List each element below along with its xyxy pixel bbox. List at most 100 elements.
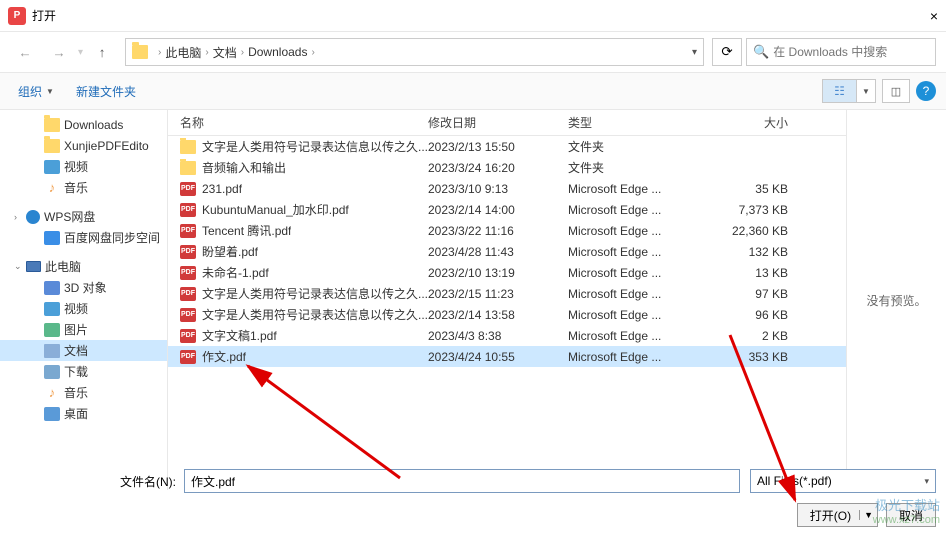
file-row[interactable]: PDF文字是人类用符号记录表达信息以传之久...2023/2/15 11:23M…	[168, 283, 846, 304]
file-row[interactable]: PDF盼望着.pdf2023/4/28 11:43Microsoft Edge …	[168, 241, 846, 262]
up-button[interactable]: ↑	[87, 38, 117, 66]
main-area: DownloadsXunjiePDFEdito视频♪音乐›WPS网盘百度网盘同步…	[0, 110, 946, 490]
help-button[interactable]: ?	[916, 81, 936, 101]
expand-icon[interactable]: ›	[14, 212, 26, 222]
file-row[interactable]: 文字是人类用符号记录表达信息以传之久...2023/2/13 15:50文件夹	[168, 136, 846, 157]
pic-icon	[44, 323, 60, 337]
sidebar-item[interactable]: 3D 对象	[0, 277, 167, 298]
forward-button[interactable]: →	[44, 38, 74, 66]
file-name: 文字是人类用符号记录表达信息以传之久...	[202, 138, 428, 155]
file-row[interactable]: PDF作文.pdf2023/4/24 10:55Microsoft Edge .…	[168, 346, 846, 367]
search-input[interactable]	[773, 45, 929, 59]
col-name-header[interactable]: 名称	[168, 114, 428, 131]
sidebar-item[interactable]: Downloads	[0, 114, 167, 135]
sidebar-item[interactable]: 视频	[0, 298, 167, 319]
sidebar-item[interactable]: 视频	[0, 156, 167, 177]
file-row[interactable]: PDF231.pdf2023/3/10 9:13Microsoft Edge .…	[168, 178, 846, 199]
sidebar-item[interactable]: 下载	[0, 361, 167, 382]
3d-icon	[44, 281, 60, 295]
folder-icon	[180, 161, 196, 175]
pc-icon	[26, 261, 41, 272]
chevron-right-icon: ›	[205, 47, 208, 58]
file-type: Microsoft Edge ...	[568, 224, 718, 238]
chevron-right-icon: ›	[241, 47, 244, 58]
pdf-icon: PDF	[180, 203, 196, 217]
sidebar-item[interactable]: ⌄此电脑	[0, 256, 167, 277]
sidebar: DownloadsXunjiePDFEdito视频♪音乐›WPS网盘百度网盘同步…	[0, 110, 168, 490]
search-icon: 🔍	[753, 44, 769, 60]
sidebar-item-label: 图片	[64, 321, 88, 338]
close-button[interactable]: ×	[906, 8, 938, 24]
expand-icon[interactable]: ⌄	[14, 261, 26, 272]
sidebar-item[interactable]: 桌面	[0, 403, 167, 424]
sidebar-item[interactable]: XunjiePDFEdito	[0, 135, 167, 156]
sidebar-item[interactable]: ♪音乐	[0, 177, 167, 198]
window-title: 打开	[32, 7, 906, 24]
file-size: 7,373 KB	[718, 203, 808, 217]
col-date-header[interactable]: 修改日期	[428, 114, 568, 131]
organize-menu[interactable]: 组织▼	[10, 79, 62, 104]
video-icon	[44, 160, 60, 174]
sidebar-item[interactable]: ♪音乐	[0, 382, 167, 403]
file-date: 2023/2/14 14:00	[428, 203, 568, 217]
sidebar-item-label: 音乐	[64, 179, 88, 196]
sidebar-item[interactable]: 百度网盘同步空间	[0, 227, 167, 248]
search-box[interactable]: 🔍	[746, 38, 936, 66]
folder-icon	[132, 45, 148, 59]
button-bar: 打开(O)▼ 取消	[797, 503, 936, 527]
filter-select[interactable]: All Files(*.pdf) ▾	[750, 469, 936, 493]
back-button[interactable]: ←	[10, 38, 40, 66]
crumb-downloads[interactable]: Downloads	[248, 45, 307, 59]
file-row[interactable]: 音频输入和输出2023/3/24 16:20文件夹	[168, 157, 846, 178]
open-button[interactable]: 打开(O)▼	[797, 503, 878, 527]
file-date: 2023/2/14 13:58	[428, 308, 568, 322]
file-type: Microsoft Edge ...	[568, 308, 718, 322]
file-type: 文件夹	[568, 159, 718, 176]
split-chevron-icon[interactable]: ▼	[859, 510, 873, 520]
chevron-down-icon: ▼	[862, 87, 870, 96]
cancel-button[interactable]: 取消	[886, 503, 936, 527]
refresh-icon: ⟳	[721, 44, 732, 60]
pdf-icon: PDF	[180, 350, 196, 364]
sidebar-item[interactable]: 文档	[0, 340, 167, 361]
refresh-button[interactable]: ⟳	[712, 38, 742, 66]
file-size: 132 KB	[718, 245, 808, 259]
down-icon	[44, 365, 60, 379]
sidebar-item[interactable]: 图片	[0, 319, 167, 340]
col-type-header[interactable]: 类型	[568, 114, 718, 131]
crumb-docs[interactable]: 文档	[213, 44, 237, 61]
crumb-pc[interactable]: 此电脑	[165, 44, 201, 61]
pdf-icon: PDF	[180, 266, 196, 280]
view-details[interactable]: ☷	[823, 80, 857, 102]
preview-pane-toggle[interactable]: ◫	[882, 79, 910, 103]
filter-label: All Files(*.pdf)	[757, 474, 832, 488]
chevron-down-icon[interactable]: ▾	[692, 47, 697, 58]
file-row[interactable]: PDF文字文稿1.pdf2023/4/3 8:38Microsoft Edge …	[168, 325, 846, 346]
file-name: 作文.pdf	[202, 348, 246, 365]
sidebar-item-label: 3D 对象	[64, 279, 107, 296]
filename-input[interactable]	[184, 469, 740, 493]
file-date: 2023/4/3 8:38	[428, 329, 568, 343]
file-row[interactable]: PDF文字是人类用符号记录表达信息以传之久...2023/2/14 13:58M…	[168, 304, 846, 325]
col-size-header[interactable]: 大小	[718, 114, 808, 131]
file-type: Microsoft Edge ...	[568, 350, 718, 364]
sidebar-item-label: XunjiePDFEdito	[64, 139, 149, 153]
file-date: 2023/2/10 13:19	[428, 266, 568, 280]
titlebar: P 打开 ×	[0, 0, 946, 32]
file-date: 2023/4/28 11:43	[428, 245, 568, 259]
file-row[interactable]: PDFTencent 腾讯.pdf2023/3/22 11:16Microsof…	[168, 220, 846, 241]
toolbar: 组织▼ 新建文件夹 ☷ ▼ ◫ ?	[0, 72, 946, 110]
doc-icon	[44, 344, 60, 358]
video-icon	[44, 302, 60, 316]
file-row[interactable]: PDF未命名-1.pdf2023/2/10 13:19Microsoft Edg…	[168, 262, 846, 283]
file-name: KubuntuManual_加水印.pdf	[202, 201, 349, 218]
file-date: 2023/3/24 16:20	[428, 161, 568, 175]
file-name: 文字文稿1.pdf	[202, 327, 277, 344]
view-dropdown[interactable]: ▼	[857, 80, 875, 102]
history-dropdown[interactable]: ▾	[78, 47, 83, 58]
chevron-right-icon: ›	[158, 47, 161, 58]
file-row[interactable]: PDFKubuntuManual_加水印.pdf2023/2/14 14:00M…	[168, 199, 846, 220]
new-folder-button[interactable]: 新建文件夹	[68, 79, 144, 104]
breadcrumb[interactable]: › 此电脑 › 文档 › Downloads › ▾	[125, 38, 704, 66]
sidebar-item[interactable]: ›WPS网盘	[0, 206, 167, 227]
